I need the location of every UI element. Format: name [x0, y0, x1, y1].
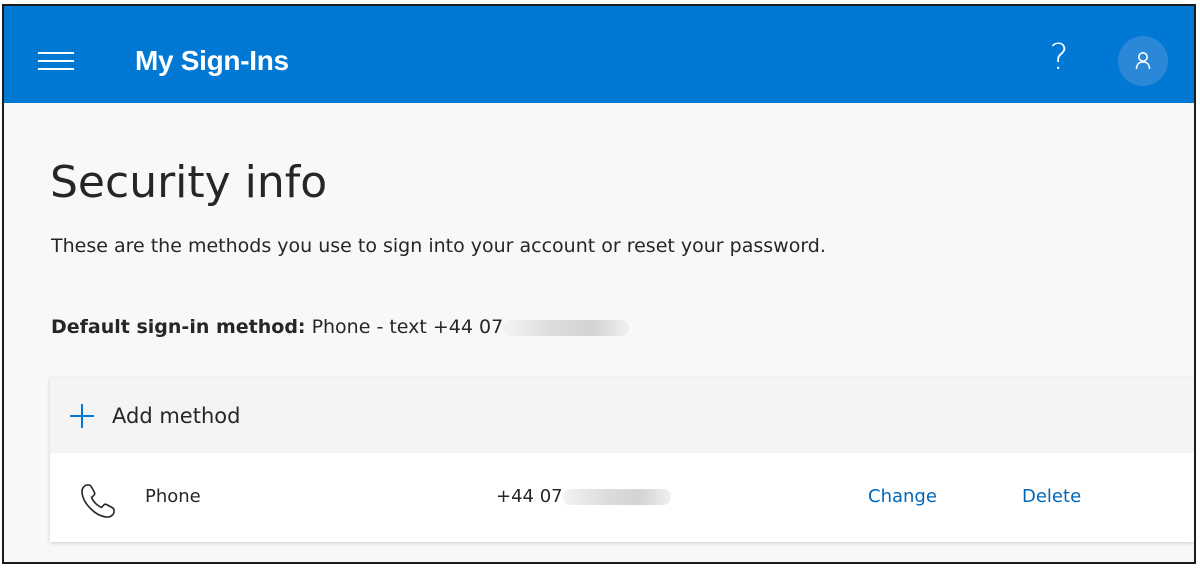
methods-list: Add method Phone +44 07 Change Delete [50, 378, 1194, 542]
help-icon[interactable]: ? [1042, 36, 1076, 80]
main-content: Security info These are the methods you … [4, 103, 1194, 562]
default-sign-in-method: Default sign-in method: Phone - text +44… [51, 314, 630, 340]
method-row-phone: Phone +44 07 Change Delete [50, 453, 1194, 542]
person-icon [1135, 52, 1151, 70]
add-method-button[interactable]: Add method [50, 378, 1194, 453]
default-method-value: Phone - text +44 07 [311, 316, 504, 338]
top-app-bar: My Sign-Ins ? [4, 6, 1194, 103]
method-name: Phone [145, 486, 201, 507]
redacted-number [562, 489, 671, 505]
hamburger-menu-icon[interactable] [38, 52, 74, 72]
method-phone-prefix: +44 07 [496, 486, 563, 507]
delete-method-link[interactable]: Delete [1022, 485, 1081, 509]
app-title[interactable]: My Sign-Ins [135, 44, 289, 78]
phone-icon [81, 484, 115, 518]
page-title: Security info [50, 157, 328, 208]
change-method-link[interactable]: Change [868, 485, 937, 509]
browser-frame: My Sign-Ins ? Security info These are th… [2, 4, 1196, 564]
add-method-label: Add method [112, 404, 241, 428]
default-method-label: Default sign-in method: [51, 316, 306, 338]
page-description: These are the methods you use to sign in… [51, 235, 826, 257]
method-value: +44 07 [496, 485, 671, 509]
plus-icon [70, 404, 94, 428]
user-avatar-icon[interactable] [1118, 36, 1168, 86]
redacted-number [503, 319, 630, 336]
